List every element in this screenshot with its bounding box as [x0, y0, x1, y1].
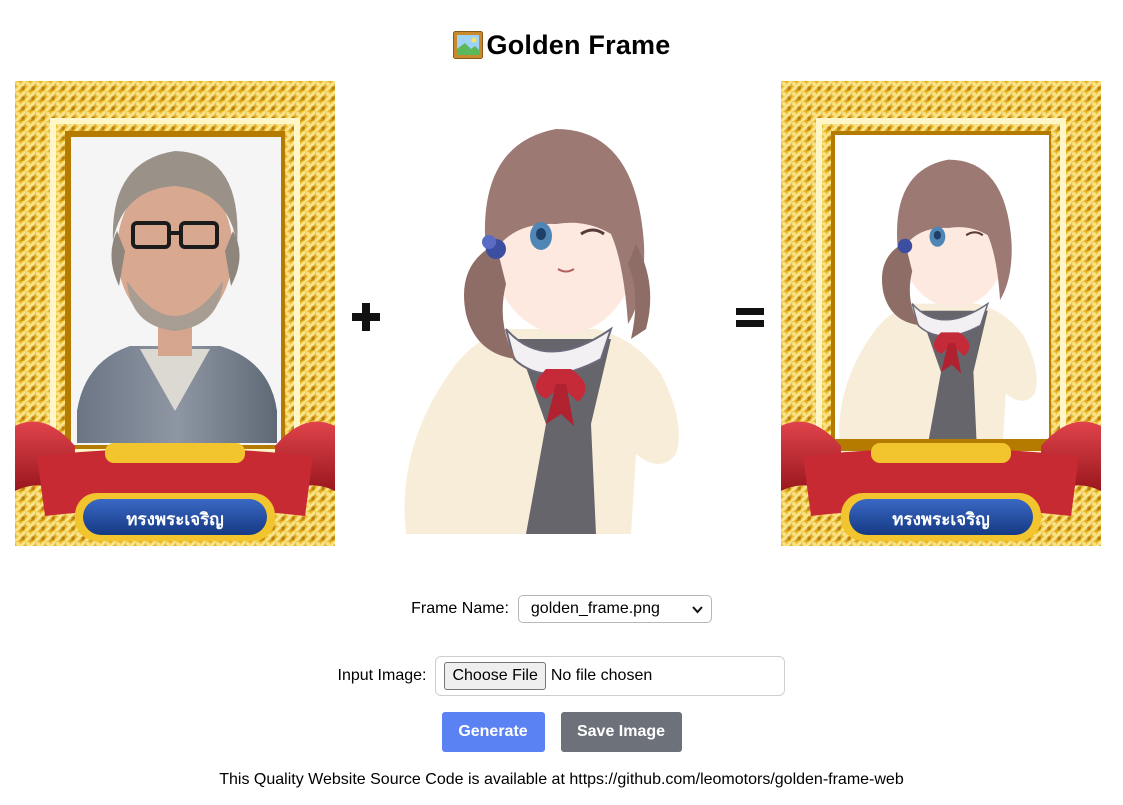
input-image-row: Input Image: Choose File No file chosen: [0, 656, 1123, 696]
page: Golden Frame ทรงพระเจริญ ทรงพระเจริญ Fra…: [0, 0, 1123, 805]
frame-name-row: Frame Name: golden_frame.png: [0, 594, 1123, 624]
plus-icon: [352, 303, 380, 331]
frame-name-label: Frame Name:: [411, 600, 509, 617]
chevron-down-icon: [692, 606, 703, 614]
result-example-image: ทรงพระเจริญ: [781, 81, 1101, 546]
equals-icon: [736, 308, 764, 327]
title-text: Golden Frame: [486, 30, 671, 60]
footer-source-link[interactable]: This Quality Website Source Code is avai…: [0, 771, 1123, 789]
frame-name-value: golden_frame.png: [530, 600, 660, 617]
framed-picture-icon: [452, 31, 483, 59]
action-buttons: Generate Save Image: [0, 712, 1123, 752]
generate-button[interactable]: Generate: [441, 712, 545, 752]
choose-file-button[interactable]: Choose File: [444, 662, 546, 690]
page-title: Golden Frame: [0, 30, 1123, 61]
file-status: No file chosen: [550, 667, 653, 684]
frame-example-image: ทรงพระเจริญ: [15, 81, 335, 546]
input-image-label: Input Image:: [337, 667, 427, 684]
banner-text-right: ทรงพระเจริญ: [892, 510, 990, 530]
banner-text-left: ทรงพระเจริญ: [126, 510, 224, 530]
file-input[interactable]: Choose File No file chosen: [435, 656, 786, 696]
frame-name-select[interactable]: golden_frame.png: [517, 595, 712, 623]
save-image-button[interactable]: Save Image: [560, 712, 682, 752]
input-example-image: [404, 129, 679, 534]
